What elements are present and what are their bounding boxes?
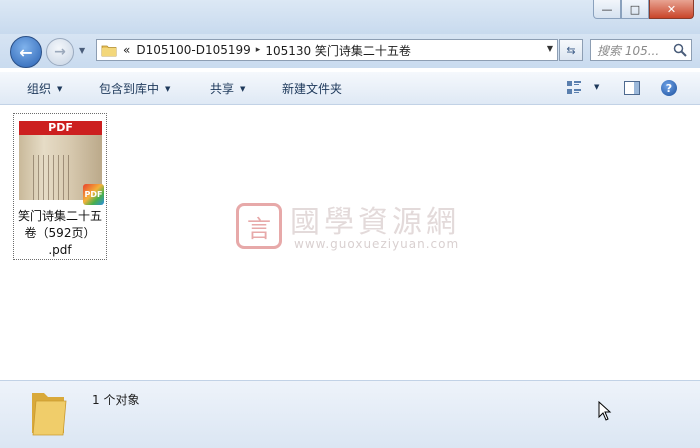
- help-icon[interactable]: ?: [661, 80, 677, 96]
- include-in-library-menu[interactable]: 包含到库中 ▼: [99, 80, 170, 97]
- view-options-icon[interactable]: [567, 81, 581, 95]
- organize-menu[interactable]: 组织 ▼: [27, 80, 62, 97]
- command-toolbar: 组织 ▼ 包含到库中 ▼ 共享 ▼ 新建文件夹 ▼ ?: [0, 72, 700, 105]
- chevron-down-icon: ▼: [57, 85, 63, 93]
- refresh-button[interactable]: ⇆: [559, 39, 583, 61]
- caption-buttons: — □ ✕: [593, 0, 694, 19]
- forward-arrow-icon: →: [54, 44, 66, 60]
- explorer-window: — □ ✕ ← → ▼ « D105100-D105199 ▸ 105130 笑…: [0, 0, 700, 448]
- watermark-title: 國學資源網: [290, 205, 460, 240]
- search-input[interactable]: 搜索 105...: [590, 39, 692, 61]
- maximize-button[interactable]: □: [621, 0, 649, 19]
- status-bar: 1 个对象: [0, 380, 700, 448]
- address-dropdown-icon[interactable]: ▼: [547, 44, 553, 53]
- address-bar[interactable]: « D105100-D105199 ▸ 105130 笑门诗集二十五卷 ▼: [96, 39, 558, 61]
- include-in-library-label: 包含到库中: [99, 82, 160, 96]
- organize-label: 组织: [27, 82, 52, 96]
- file-item[interactable]: PDF PDF 笑门诗集二十五 卷（592页） .pdf: [13, 113, 107, 260]
- watermark: 言 國學資源網 www.guoxueziyuan.com: [236, 197, 506, 257]
- address-prefix[interactable]: «: [123, 43, 130, 57]
- close-button[interactable]: ✕: [649, 0, 694, 19]
- breadcrumb-segment-current[interactable]: 105130 笑门诗集二十五卷: [265, 42, 411, 59]
- title-bar: — □ ✕: [0, 0, 700, 34]
- breadcrumb-segment-parent[interactable]: D105100-D105199: [136, 43, 250, 57]
- share-label: 共享: [210, 82, 235, 96]
- file-name[interactable]: 笑门诗集二十五 卷（592页） .pdf: [14, 208, 106, 259]
- pdf-app-icon: PDF: [83, 184, 104, 205]
- thumbnail-pdf-label: PDF: [19, 121, 102, 135]
- navigation-bar: ← → ▼ « D105100-D105199 ▸ 105130 笑门诗集二十五…: [0, 34, 700, 68]
- view-dropdown-icon[interactable]: ▼: [594, 83, 599, 91]
- file-name-line: 笑门诗集二十五: [17, 209, 102, 223]
- breadcrumb-separator-icon[interactable]: ▸: [256, 45, 261, 55]
- folder-icon: [32, 393, 67, 436]
- search-icon: [673, 43, 687, 57]
- search-placeholder: 搜索 105...: [597, 43, 660, 58]
- chevron-down-icon: ▼: [165, 85, 171, 93]
- watermark-url: www.guoxueziyuan.com: [294, 237, 460, 251]
- minimize-button[interactable]: —: [593, 0, 621, 19]
- preview-pane-icon[interactable]: [624, 81, 640, 95]
- file-name-line: 卷（592页）: [24, 226, 96, 240]
- folder-icon: [101, 45, 117, 57]
- refresh-icon: ⇆: [566, 43, 576, 57]
- file-name-line: .pdf: [48, 243, 72, 257]
- watermark-logo-icon: 言: [236, 203, 282, 249]
- file-list-area[interactable]: PDF PDF 笑门诗集二十五 卷（592页） .pdf 言 國學資源網 www…: [0, 105, 700, 379]
- chevron-down-icon: ▼: [240, 85, 246, 93]
- item-count-text: 1 个对象: [92, 393, 140, 407]
- history-dropdown-icon[interactable]: ▼: [79, 46, 91, 56]
- back-button[interactable]: ←: [10, 36, 42, 68]
- back-arrow-icon: ←: [19, 42, 33, 62]
- mouse-cursor-icon: [598, 401, 612, 421]
- new-folder-button[interactable]: 新建文件夹: [282, 80, 342, 97]
- share-menu[interactable]: 共享 ▼: [210, 80, 245, 97]
- forward-button[interactable]: →: [46, 38, 74, 66]
